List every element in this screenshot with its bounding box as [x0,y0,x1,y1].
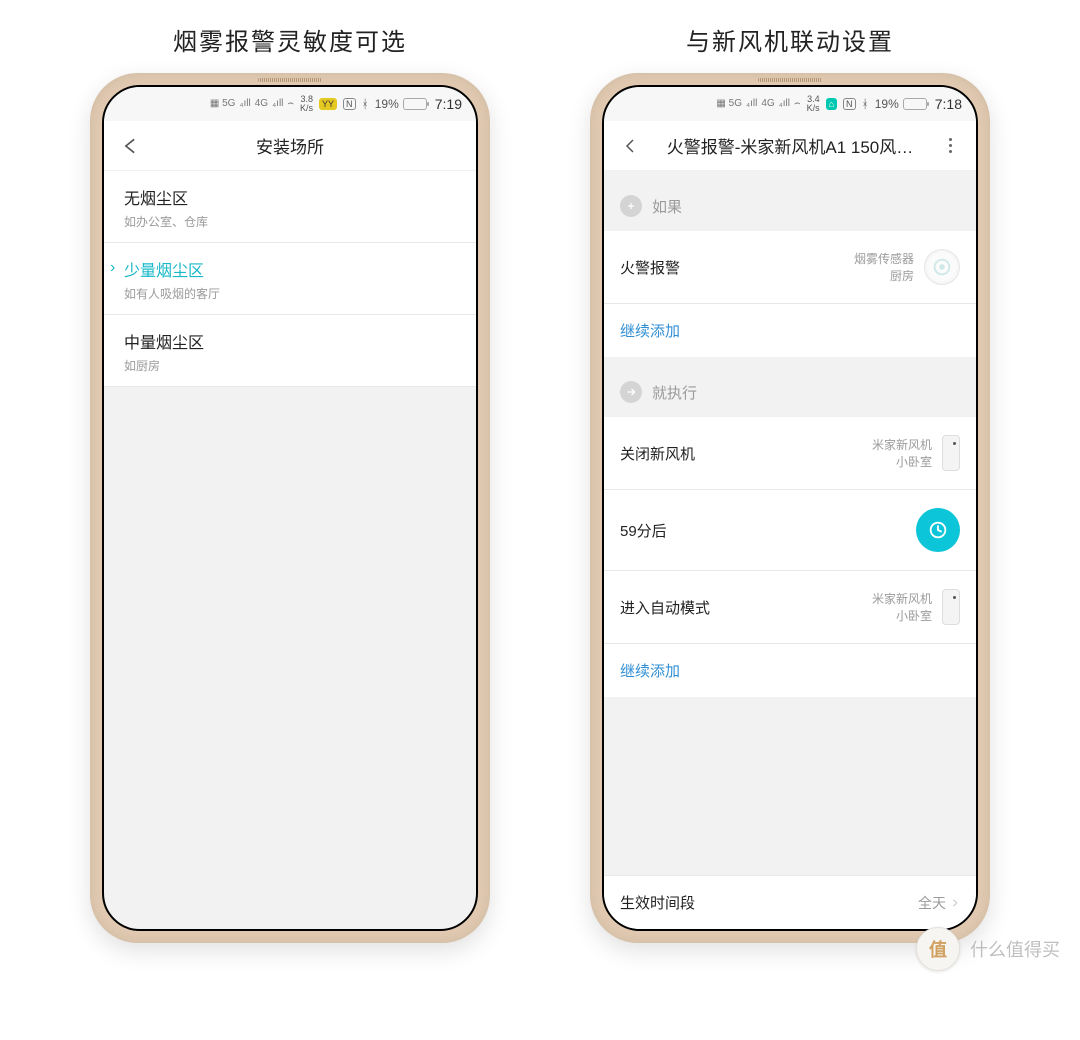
status-chip: ⌂ [826,98,837,110]
more-button[interactable] [938,134,962,158]
clock: 7:19 [435,96,462,112]
watermark-badge-icon: 值 [916,927,960,971]
chevron-right-icon [950,898,960,908]
sensitivity-option-list: › 无烟尘区 如办公室、仓库 › 少量烟尘区 如有人吸烟的客厅 › 中量烟尘区 … [104,171,476,387]
option-sub: 如有人吸烟的客厅 [124,285,220,302]
signal-icons: ▦ 5G₄ıll4G₄ıll⌢ [210,99,294,109]
if-section-head: 如果 [604,181,976,231]
option-title: 少量烟尘区 [124,257,220,281]
left-column: 烟雾报警灵敏度可选 ▦ 5G₄ıll4G₄ıll⌢ 3.8K/s YY N ᚼ … [80,16,500,943]
battery: 19% [375,97,427,111]
schedule-label: 生效时间段 [620,892,695,913]
option-title: 中量烟尘区 [124,329,204,353]
right-titlebar: 火警报警-米家新风机A1 150风… [604,121,976,171]
selected-caret-icon: › [110,257,124,279]
smoke-sensor-icon [924,249,960,285]
page-title: 安装场所 [118,133,462,158]
clock: 7:18 [935,96,962,112]
row-sub: 米家新风机小卧室 [872,590,932,624]
add-condition-button[interactable]: 继续添加 [604,303,976,357]
option-sub: 如办公室、仓库 [124,213,208,230]
automation-row[interactable]: 火警报警烟雾传感器厨房 [604,231,976,303]
left-titlebar: 安装场所 [104,121,476,171]
then-section-head: 就执行 [604,367,976,417]
timer-icon [916,508,960,552]
fresh-air-device-icon [942,589,960,625]
row-title: 火警报警 [620,257,854,278]
then-icon [620,381,642,403]
right-screen: ▦ 5G₄ıll4G₄ıll⌢ 3.4K/s ⌂ N ᚼ 19% 7:18 [602,85,978,931]
schedule-value: 全天 [918,893,960,913]
back-button[interactable] [618,134,642,158]
status-chip: YY [319,98,337,110]
right-status-bar: ▦ 5G₄ıll4G₄ıll⌢ 3.4K/s ⌂ N ᚼ 19% 7:18 [604,87,976,121]
battery: 19% [875,97,927,111]
page-title: 火警报警-米家新风机A1 150风… [642,133,938,158]
signal-icons: ▦ 5G₄ıll4G₄ıll⌢ [716,99,800,109]
automation-row[interactable]: 进入自动模式米家新风机小卧室 [604,571,976,643]
sensitivity-option[interactable]: › 中量烟尘区 如厨房 [104,315,476,387]
right-caption: 与新风机联动设置 [686,22,894,57]
bluetooth-icon: ᚼ [362,97,369,111]
net-speed: 3.4K/s [807,95,820,113]
row-sub: 米家新风机小卧室 [872,436,932,470]
watermark: 值 什么值得买 [916,927,1060,971]
row-sub: 烟雾传感器厨房 [854,250,914,284]
bluetooth-icon: ᚼ [862,97,869,111]
add-action-button[interactable]: 继续添加 [604,643,976,697]
if-item-list: 火警报警烟雾传感器厨房 [604,231,976,303]
right-column: 与新风机联动设置 ▦ 5G₄ıll4G₄ıll⌢ 3.4K/s ⌂ N ᚼ 19… [580,16,1000,943]
then-item-list: 关闭新风机米家新风机小卧室59分后 进入自动模式米家新风机小卧室 [604,417,976,643]
nfc-icon: N [343,98,356,110]
nfc-icon: N [843,98,856,110]
fresh-air-device-icon [942,435,960,471]
schedule-row[interactable]: 生效时间段 全天 [604,875,976,929]
left-phone-frame: ▦ 5G₄ıll4G₄ıll⌢ 3.8K/s YY N ᚼ 19% 7:19 [90,73,490,943]
right-phone-frame: ▦ 5G₄ıll4G₄ıll⌢ 3.4K/s ⌂ N ᚼ 19% 7:18 [590,73,990,943]
if-icon [620,195,642,217]
option-sub: 如厨房 [124,357,204,374]
automation-row[interactable]: 59分后 [604,490,976,571]
left-caption: 烟雾报警灵敏度可选 [173,22,407,57]
sensitivity-option[interactable]: › 少量烟尘区 如有人吸烟的客厅 [104,243,476,315]
row-title: 关闭新风机 [620,443,872,464]
automation-row[interactable]: 关闭新风机米家新风机小卧室 [604,417,976,490]
left-screen: ▦ 5G₄ıll4G₄ıll⌢ 3.8K/s YY N ᚼ 19% 7:19 [102,85,478,931]
left-status-bar: ▦ 5G₄ıll4G₄ıll⌢ 3.8K/s YY N ᚼ 19% 7:19 [104,87,476,121]
row-title: 进入自动模式 [620,597,872,618]
net-speed: 3.8K/s [300,95,313,113]
row-title: 59分后 [620,520,916,541]
sensitivity-option[interactable]: › 无烟尘区 如办公室、仓库 [104,171,476,243]
option-title: 无烟尘区 [124,185,208,209]
